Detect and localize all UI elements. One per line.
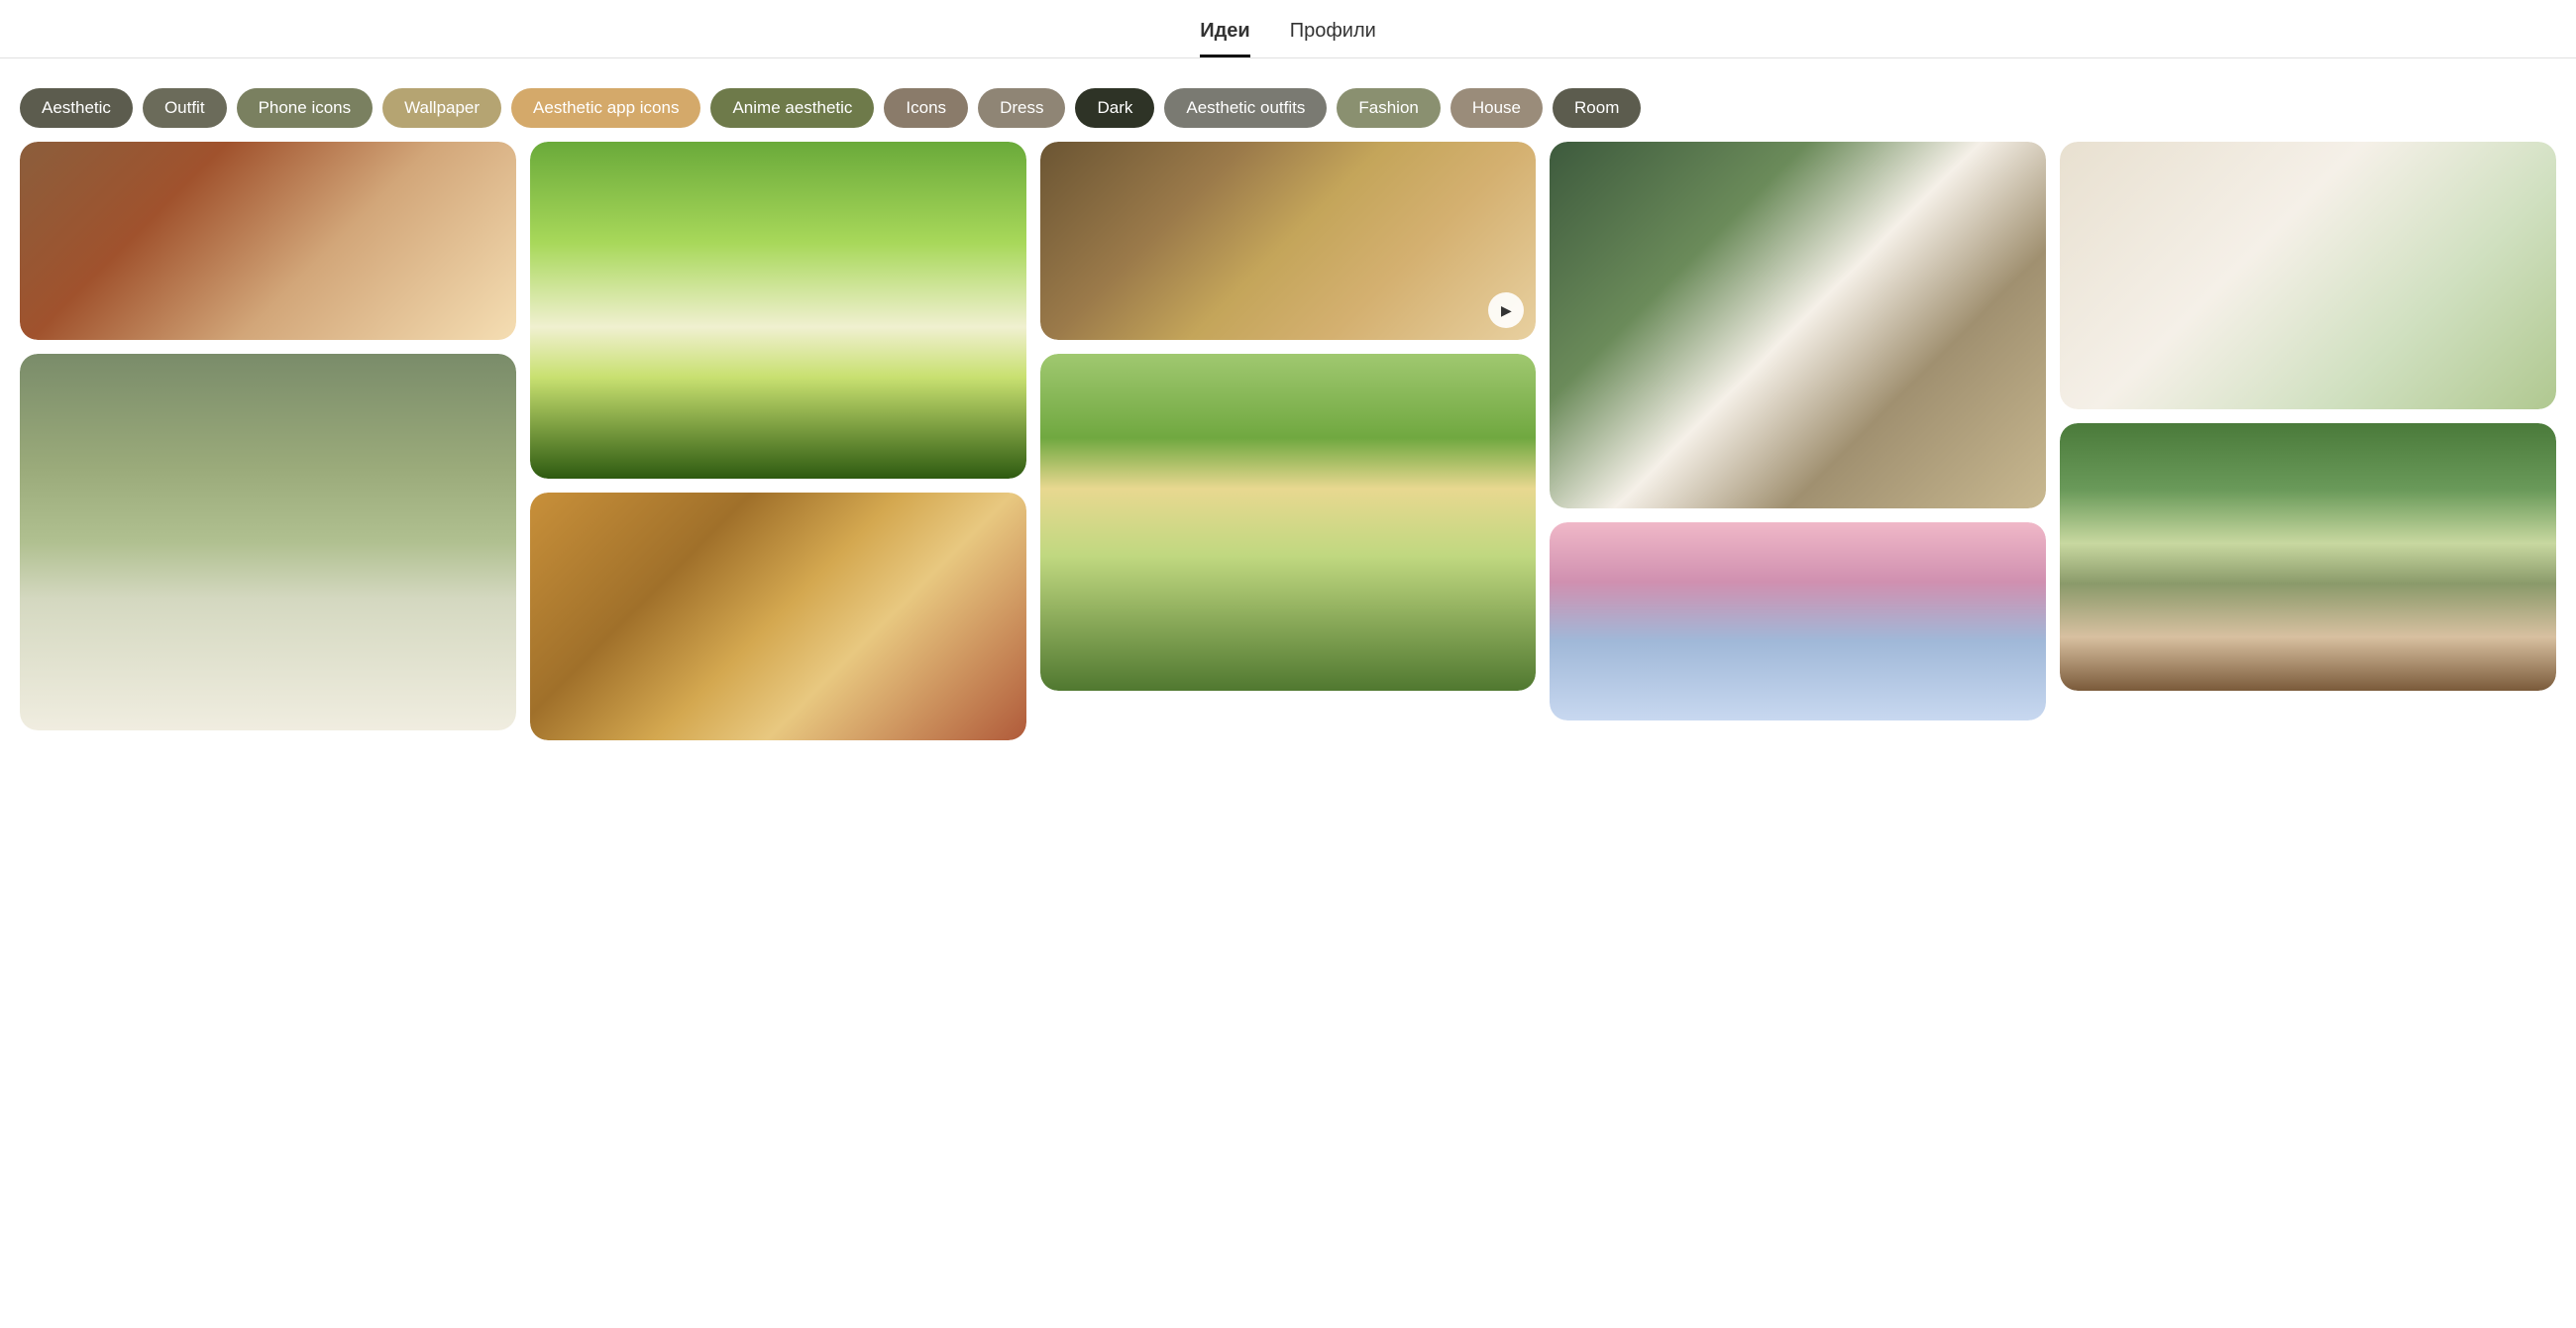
chip-dark[interactable]: Dark — [1075, 88, 1154, 128]
image-cozy-room — [1550, 142, 2046, 508]
image-kitchen-table — [20, 142, 516, 340]
image-fairy-cottage — [2060, 423, 2556, 691]
chip-aesthetic[interactable]: Aesthetic — [20, 88, 133, 128]
tab-ideas[interactable]: Идеи — [1200, 20, 1250, 57]
grid-item-fairy-cottage[interactable] — [2060, 423, 2556, 691]
chip-phone-icons[interactable]: Phone icons — [237, 88, 374, 128]
grid-item-cozy-room[interactable] — [1550, 142, 2046, 508]
chip-dress[interactable]: Dress — [978, 88, 1065, 128]
image-white-cat — [20, 354, 516, 730]
image-candles-books — [1040, 142, 1537, 340]
grid-item-pink-sky[interactable] — [1550, 522, 2046, 720]
image-pink-sky — [1550, 522, 2046, 720]
chip-anime-aesthetic[interactable]: Anime aesthetic — [710, 88, 874, 128]
masonry-grid: ▶ — [0, 142, 2576, 740]
image-forest-meadow — [530, 142, 1026, 479]
chip-house[interactable]: House — [1450, 88, 1543, 128]
grid-item-candles-books[interactable]: ▶ — [1040, 142, 1537, 340]
chip-wallpaper[interactable]: Wallpaper — [382, 88, 501, 128]
chip-room[interactable]: Room — [1553, 88, 1641, 128]
header-tabs: Идеи Профили — [0, 0, 2576, 58]
image-window-garden — [1040, 354, 1537, 691]
grid-item-kitchen-table[interactable] — [20, 142, 516, 340]
grid-item-picnic-basket[interactable] — [530, 493, 1026, 740]
chip-aesthetic-app-icons[interactable]: Aesthetic app icons — [511, 88, 700, 128]
grid-item-window-garden[interactable] — [1040, 354, 1537, 691]
grid-item-bright-kitchen[interactable] — [2060, 142, 2556, 409]
grid-item-white-cat[interactable] — [20, 354, 516, 730]
chip-aesthetic-outfits[interactable]: Aesthetic outfits — [1164, 88, 1327, 128]
chips-row: AestheticOutfitPhone iconsWallpaperAesth… — [0, 74, 2576, 142]
grid-item-forest-meadow[interactable] — [530, 142, 1026, 479]
image-bright-kitchen — [2060, 142, 2556, 409]
chip-fashion[interactable]: Fashion — [1337, 88, 1440, 128]
chip-outfit[interactable]: Outfit — [143, 88, 227, 128]
tab-profiles[interactable]: Профили — [1290, 20, 1376, 57]
chip-icons[interactable]: Icons — [884, 88, 968, 128]
image-picnic-basket — [530, 493, 1026, 740]
